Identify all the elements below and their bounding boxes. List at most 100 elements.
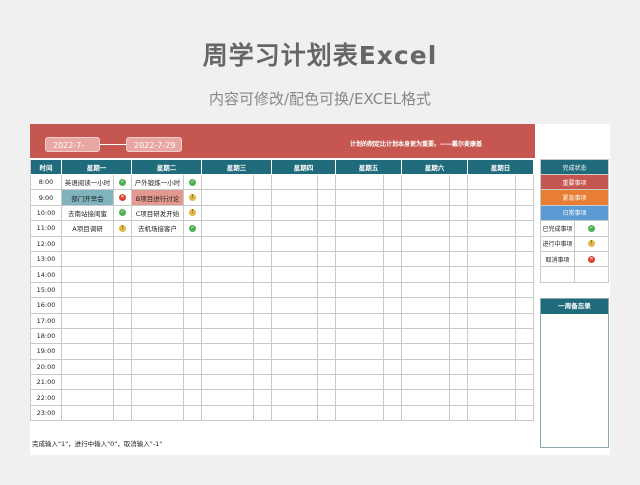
status-cell[interactable] [515, 343, 534, 360]
task-cell[interactable] [61, 250, 114, 268]
status-cell[interactable] [317, 343, 336, 360]
status-cell[interactable] [113, 327, 132, 345]
status-cell[interactable] [449, 389, 468, 406]
status-cell[interactable] [317, 404, 336, 422]
status-cell[interactable] [449, 327, 468, 345]
status-cell[interactable] [449, 297, 468, 314]
status-cell[interactable] [317, 266, 336, 283]
task-cell[interactable] [131, 281, 184, 299]
status-cell[interactable] [183, 281, 202, 299]
task-cell[interactable] [401, 358, 450, 376]
task-cell[interactable] [467, 250, 516, 268]
status-cell[interactable] [515, 250, 534, 268]
task-cell[interactable] [335, 204, 384, 222]
status-cell[interactable] [383, 404, 402, 422]
task-cell[interactable] [271, 327, 318, 345]
task-cell[interactable] [201, 281, 254, 299]
task-cell[interactable] [271, 404, 318, 422]
status-cell[interactable] [183, 235, 202, 252]
status-cell[interactable] [317, 374, 336, 391]
task-cell[interactable] [271, 250, 318, 268]
status-cell[interactable] [317, 281, 336, 299]
status-cell[interactable] [449, 374, 468, 391]
task-cell[interactable] [271, 343, 318, 360]
task-cell[interactable] [131, 297, 184, 314]
status-cell[interactable] [317, 297, 336, 314]
task-cell[interactable]: A项目调研 [61, 220, 114, 237]
task-cell[interactable] [335, 327, 384, 345]
status-cell[interactable] [113, 404, 132, 422]
status-cell[interactable] [113, 281, 132, 299]
task-cell[interactable] [201, 327, 254, 345]
status-cell[interactable] [253, 389, 272, 406]
task-cell[interactable] [271, 358, 318, 376]
task-cell[interactable] [271, 266, 318, 283]
task-cell[interactable] [131, 312, 184, 329]
task-cell[interactable] [131, 235, 184, 252]
task-cell[interactable] [401, 266, 450, 283]
status-cell[interactable] [383, 189, 402, 206]
status-cell[interactable] [113, 297, 132, 314]
status-cell[interactable] [383, 297, 402, 314]
status-cell[interactable] [383, 389, 402, 406]
status-cell[interactable] [183, 343, 202, 360]
status-cell[interactable] [317, 327, 336, 345]
task-cell[interactable] [467, 281, 516, 299]
status-cell[interactable]: ! [183, 204, 202, 222]
status-cell[interactable] [449, 358, 468, 376]
task-cell[interactable] [401, 281, 450, 299]
task-cell[interactable] [401, 173, 450, 191]
task-cell[interactable] [201, 297, 254, 314]
task-cell[interactable] [61, 312, 114, 329]
status-cell[interactable]: ✓ [113, 204, 132, 222]
task-cell[interactable]: 英语阅读一小时 [61, 173, 114, 191]
status-cell[interactable] [253, 266, 272, 283]
status-cell[interactable] [515, 220, 534, 237]
task-cell[interactable]: B项目进行讨论 [131, 189, 184, 206]
task-cell[interactable] [401, 389, 450, 406]
task-cell[interactable] [61, 343, 114, 360]
status-cell[interactable] [183, 312, 202, 329]
task-cell[interactable] [131, 389, 184, 406]
task-cell[interactable] [335, 404, 384, 422]
task-cell[interactable] [271, 389, 318, 406]
status-cell[interactable]: ! [183, 189, 202, 206]
status-cell[interactable] [253, 204, 272, 222]
status-cell[interactable] [383, 204, 402, 222]
status-cell[interactable] [449, 189, 468, 206]
task-cell[interactable]: C项目研发开始 [131, 204, 184, 222]
status-cell[interactable] [449, 404, 468, 422]
task-cell[interactable] [401, 343, 450, 360]
task-cell[interactable] [401, 404, 450, 422]
task-cell[interactable] [401, 235, 450, 252]
status-cell[interactable] [383, 281, 402, 299]
legend-empty-cell[interactable] [574, 266, 609, 283]
status-cell[interactable] [183, 374, 202, 391]
end-date-cell[interactable]: 2022-7-29 [126, 137, 182, 152]
task-cell[interactable] [201, 343, 254, 360]
task-cell[interactable] [131, 250, 184, 268]
task-cell[interactable] [201, 220, 254, 237]
task-cell[interactable] [335, 250, 384, 268]
status-cell[interactable] [113, 343, 132, 360]
task-cell[interactable] [335, 297, 384, 314]
task-cell[interactable] [201, 312, 254, 329]
status-cell[interactable] [253, 235, 272, 252]
task-cell[interactable] [401, 189, 450, 206]
task-cell[interactable] [271, 189, 318, 206]
task-cell[interactable] [201, 235, 254, 252]
task-cell[interactable] [201, 173, 254, 191]
task-cell[interactable] [201, 389, 254, 406]
task-cell[interactable] [61, 266, 114, 283]
status-cell[interactable] [449, 266, 468, 283]
status-cell[interactable] [383, 358, 402, 376]
task-cell[interactable]: 部门开早会 [61, 189, 114, 206]
status-cell[interactable] [383, 343, 402, 360]
status-cell[interactable] [449, 235, 468, 252]
task-cell[interactable] [467, 327, 516, 345]
task-cell[interactable] [335, 266, 384, 283]
task-cell[interactable] [401, 374, 450, 391]
task-cell[interactable] [61, 389, 114, 406]
task-cell[interactable] [201, 266, 254, 283]
status-cell[interactable] [515, 204, 534, 222]
